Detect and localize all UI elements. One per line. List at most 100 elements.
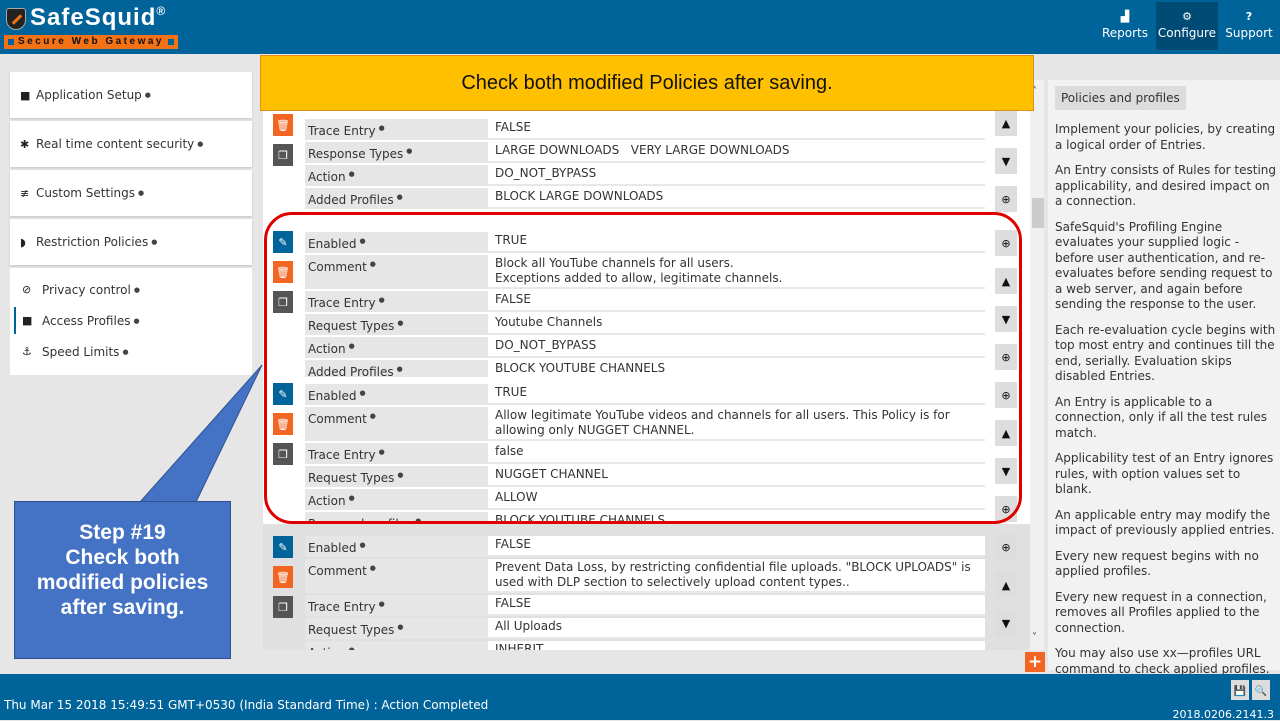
save-button[interactable]: 💾 — [1231, 680, 1249, 700]
field-value[interactable]: Allow legitimate YouTube videos and chan… — [488, 407, 985, 441]
info-icon[interactable]: ● — [145, 91, 151, 99]
sidebar-item-access-profiles[interactable]: ■ Access Profiles ● — [10, 305, 252, 336]
move-bottom-button[interactable]: ⊕ — [995, 496, 1017, 522]
move-up-button[interactable]: ▲ — [995, 572, 1017, 598]
edit-button[interactable]: ✎ — [273, 231, 293, 253]
caret-down-icon: ▼ — [1001, 616, 1011, 630]
nav-support[interactable]: ? Support — [1218, 2, 1280, 50]
entry-movers: ⊕ ▲ ▼ ⊕ — [995, 230, 1017, 382]
field-value[interactable]: false — [488, 443, 985, 464]
info-icon[interactable]: ● — [370, 412, 376, 420]
move-down-button[interactable]: ▼ — [995, 306, 1017, 332]
info-icon[interactable]: ● — [379, 124, 385, 132]
move-bottom-button[interactable]: ⊕ — [995, 648, 1017, 650]
arrow-circle-down-icon: ⊕ — [1001, 192, 1011, 206]
move-top-button[interactable]: ⊕ — [995, 230, 1017, 256]
field-value[interactable]: Prevent Data Loss, by restricting confid… — [488, 559, 985, 593]
sidebar-item-speed-limits[interactable]: ⚓ Speed Limits ● — [10, 336, 252, 367]
field-value[interactable]: LARGE DOWNLOADS VERY LARGE DOWNLOADS — [488, 142, 985, 163]
move-bottom-button[interactable]: ⊕ — [995, 344, 1017, 370]
entry-fields: Trace Entry ● FALSE Response Types ● LARGE D… — [305, 119, 985, 211]
field-value[interactable]: FALSE — [488, 119, 985, 140]
move-bottom-button[interactable]: ⊕ — [995, 186, 1017, 212]
copy-button[interactable]: ❐ — [273, 596, 293, 618]
field-value[interactable]: Block all YouTube channels for all users… — [488, 255, 985, 289]
info-icon[interactable]: ● — [133, 317, 139, 325]
info-icon[interactable]: ● — [134, 286, 140, 294]
field-label: Action● — [305, 641, 488, 650]
delete-button[interactable]: 🗑 — [273, 566, 293, 588]
move-up-button[interactable]: ▲ — [995, 420, 1017, 446]
sidebar-item-restriction-policies[interactable]: ◗ Restriction Policies ● — [10, 219, 252, 265]
info-icon[interactable]: ● — [370, 564, 376, 572]
move-down-button[interactable]: ▼ — [995, 610, 1017, 636]
safesquid-logo[interactable]: SafeSquid® Secure Web Gateway — [4, 2, 184, 52]
info-icon[interactable]: ● — [397, 319, 403, 327]
field-value[interactable]: TRUE — [488, 384, 985, 405]
sidebar-item-real-time-content-security[interactable]: ✱ Real time content security ● — [10, 121, 252, 167]
move-up-button[interactable]: ▲ — [995, 268, 1017, 294]
info-icon[interactable]: ● — [406, 147, 412, 155]
entries-list: 🗑 ❐ Trace Entry ● FALSE Response Types ● LAR… — [263, 110, 1030, 650]
move-top-button[interactable]: ⊕ — [995, 534, 1017, 560]
info-icon[interactable]: ● — [349, 494, 355, 502]
info-icon[interactable]: ● — [349, 646, 355, 650]
copy-button[interactable]: ❐ — [273, 291, 293, 313]
field-value[interactable]: DO_NOT_BYPASS — [488, 165, 985, 186]
delete-button[interactable]: 🗑 — [273, 261, 293, 283]
search-button[interactable]: 🔍 — [1252, 680, 1270, 700]
info-icon[interactable]: ● — [379, 448, 385, 456]
info-icon[interactable]: ● — [397, 193, 403, 201]
info-icon[interactable]: ● — [397, 623, 403, 631]
info-icon[interactable]: ● — [397, 365, 403, 373]
field-value[interactable]: FALSE — [488, 595, 985, 616]
scrollbar-thumb[interactable] — [1032, 198, 1044, 228]
field-value[interactable]: INHERIT — [488, 641, 985, 650]
field-value[interactable]: NUGGET CHANNEL — [488, 466, 985, 487]
scroll-down-icon[interactable]: ˅ — [1032, 632, 1037, 643]
info-icon[interactable]: ● — [360, 389, 366, 397]
field-value[interactable]: FALSE — [488, 291, 985, 312]
field-value[interactable]: FALSE — [488, 536, 985, 557]
entry-movers: ▲ ▼ ⊕ — [995, 110, 1017, 224]
add-entry-button[interactable]: + — [1025, 652, 1045, 672]
info-icon[interactable]: ● — [138, 189, 144, 197]
info-icon[interactable]: ● — [379, 600, 385, 608]
field-value[interactable]: All Uploads — [488, 618, 985, 639]
info-icon[interactable]: ● — [360, 541, 366, 549]
field-value[interactable]: TRUE — [488, 232, 985, 253]
delete-button[interactable]: 🗑 — [273, 114, 293, 136]
copy-icon: ❐ — [278, 295, 288, 309]
field-label-text: Comment — [308, 564, 367, 578]
move-down-button[interactable]: ▼ — [995, 148, 1017, 174]
info-icon[interactable]: ● — [379, 296, 385, 304]
info-icon[interactable]: ● — [360, 237, 366, 245]
copy-button[interactable]: ❐ — [273, 443, 293, 465]
move-up-button[interactable]: ▲ — [995, 110, 1017, 136]
info-icon[interactable]: ● — [349, 342, 355, 350]
field-value[interactable]: ALLOW — [488, 489, 985, 510]
copy-button[interactable]: ❐ — [273, 144, 293, 166]
info-icon[interactable]: ● — [151, 238, 157, 246]
nav-configure[interactable]: ⚙ Configure — [1156, 2, 1218, 50]
info-icon[interactable]: ● — [349, 170, 355, 178]
field-value[interactable]: Youtube Channels — [488, 314, 985, 335]
field-row: Trace Entry ● FALSE — [305, 119, 985, 140]
sidebar-item-privacy-control[interactable]: ⊘ Privacy control ● — [10, 274, 252, 305]
info-icon[interactable]: ● — [370, 260, 376, 268]
delete-button[interactable]: 🗑 — [273, 413, 293, 435]
info-icon[interactable]: ● — [122, 348, 128, 356]
field-value[interactable]: DO_NOT_BYPASS — [488, 337, 985, 358]
nav-reports[interactable]: ▟ Reports — [1094, 2, 1156, 50]
sidebar-item-application-setup[interactable]: ■ Application Setup ● — [10, 72, 252, 118]
info-icon[interactable]: ● — [397, 471, 403, 479]
edit-button[interactable]: ✎ — [273, 383, 293, 405]
field-value[interactable]: BLOCK LARGE DOWNLOADS — [488, 188, 985, 209]
info-icon[interactable]: ● — [197, 140, 203, 148]
move-down-button[interactable]: ▼ — [995, 458, 1017, 484]
sidebar-item-custom-settings[interactable]: ≢ Custom Settings ● — [10, 170, 252, 216]
nav-configure-label: Configure — [1157, 26, 1217, 40]
edit-button[interactable]: ✎ — [273, 536, 293, 558]
entries-scrollbar[interactable]: ˄ ˅ — [1030, 80, 1044, 650]
move-top-button[interactable]: ⊕ — [995, 382, 1017, 408]
